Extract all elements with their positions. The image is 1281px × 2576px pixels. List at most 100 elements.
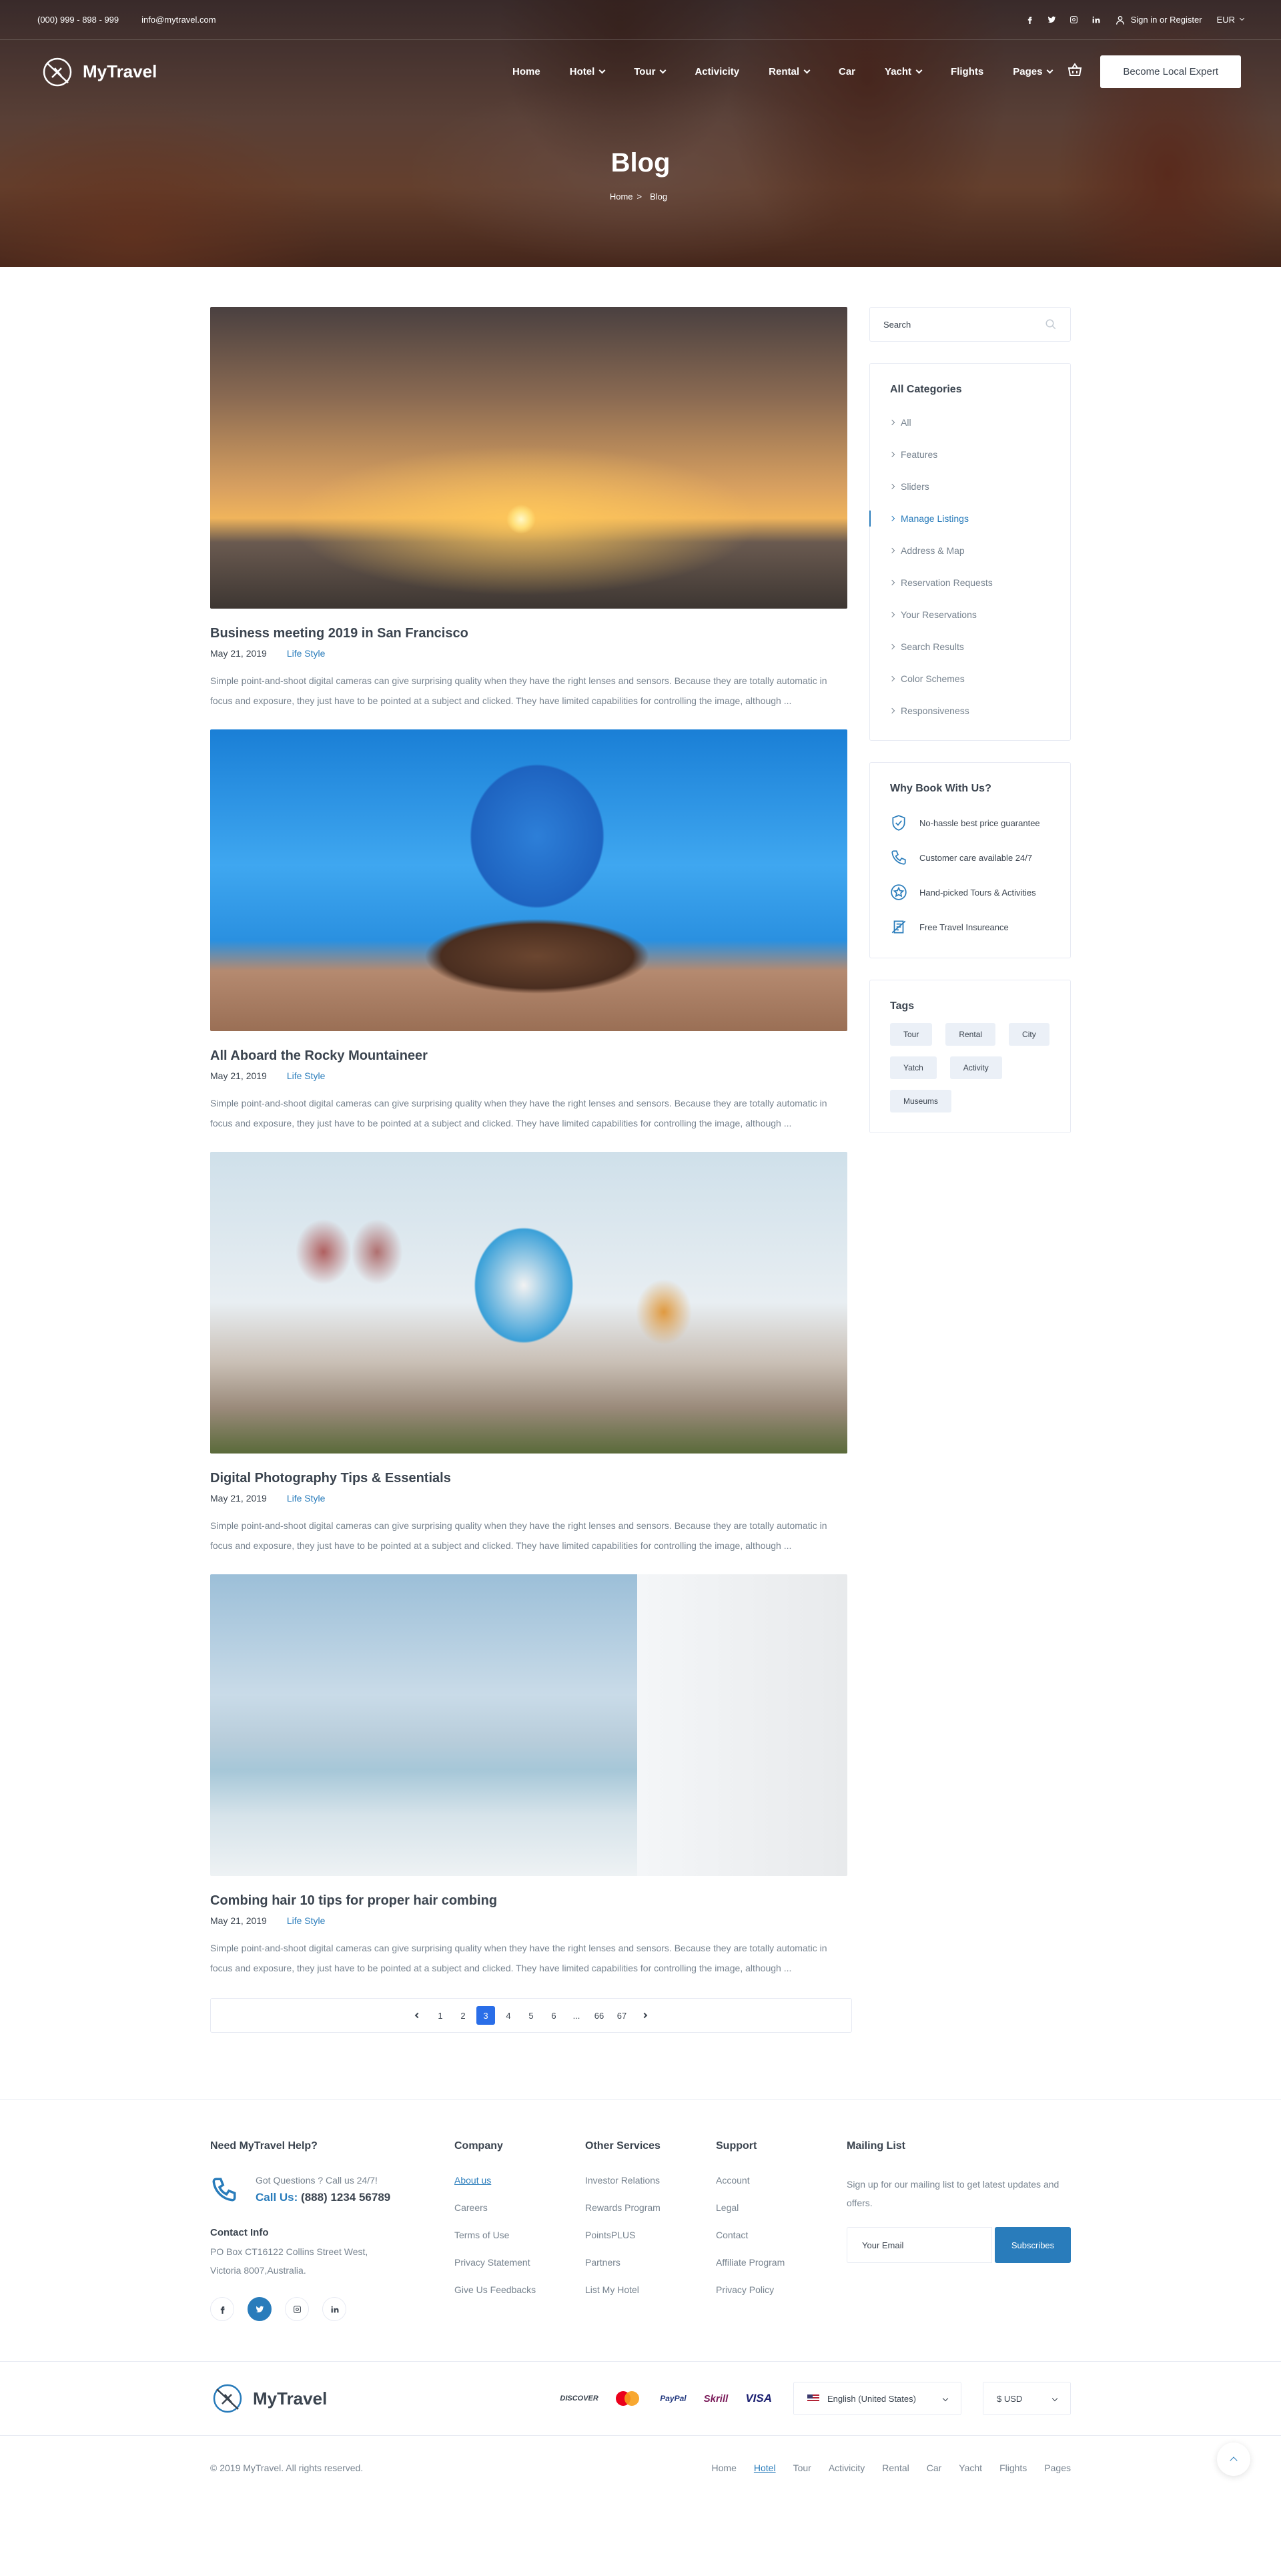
footer-bottom-link[interactable]: Hotel xyxy=(754,2463,776,2473)
category-item[interactable]: Your Reservations xyxy=(889,599,1050,631)
category-item[interactable]: Sliders xyxy=(889,470,1050,503)
footer-link[interactable]: Give Us Feedbacks xyxy=(454,2284,585,2295)
tag-chip[interactable]: Yatch xyxy=(890,1056,937,1079)
breadcrumb-home[interactable]: Home xyxy=(610,192,633,202)
footer-bottom-link[interactable]: Car xyxy=(927,2463,942,2473)
linkedin-icon[interactable] xyxy=(1092,15,1100,24)
page-number[interactable]: 5 xyxy=(522,2006,540,2025)
footer-link[interactable]: Contact xyxy=(716,2230,847,2240)
footer-bottom-link[interactable]: Activicity xyxy=(829,2463,865,2473)
footer-link[interactable]: Careers xyxy=(454,2202,585,2213)
page-number[interactable]: 67 xyxy=(612,2006,631,2025)
footer-bottom-link[interactable]: Pages xyxy=(1044,2463,1071,2473)
footer-link[interactable]: Privacy Statement xyxy=(454,2257,585,2268)
footer-link[interactable]: Investor Relations xyxy=(585,2175,716,2186)
signin-link[interactable]: Sign in or Register xyxy=(1115,15,1202,25)
visa-logo: VISA xyxy=(745,2392,772,2404)
page-number[interactable]: 6 xyxy=(544,2006,563,2025)
category-item[interactable]: Reservation Requests xyxy=(889,567,1050,599)
footer-link[interactable]: Terms of Use xyxy=(454,2230,585,2240)
footer-link[interactable]: Legal xyxy=(716,2202,847,2213)
footer-bottom-link[interactable]: Flights xyxy=(999,2463,1027,2473)
page-number[interactable]: 2 xyxy=(454,2006,472,2025)
footer-link[interactable]: List My Hotel xyxy=(585,2284,716,2295)
footer-bottom-link[interactable]: Yacht xyxy=(959,2463,982,2473)
tag-chip[interactable]: Museums xyxy=(890,1090,952,1112)
nav-item-car[interactable]: Car xyxy=(824,66,870,77)
page-number[interactable]: 66 xyxy=(590,2006,608,2025)
category-item[interactable]: Features xyxy=(889,438,1050,470)
tag-chip[interactable]: City xyxy=(1009,1023,1049,1046)
email-field[interactable]: Your Email xyxy=(847,2227,992,2263)
brand-logo[interactable]: MyTravel xyxy=(40,55,157,89)
footer-link[interactable]: Rewards Program xyxy=(585,2202,716,2213)
post-title[interactable]: Business meeting 2019 in San Francisco xyxy=(210,626,847,641)
twitter-icon[interactable] xyxy=(1047,15,1056,24)
nav-item-activicity[interactable]: Activicity xyxy=(680,66,754,77)
nav-item-rental[interactable]: Rental xyxy=(754,66,824,77)
category-item[interactable]: All xyxy=(889,406,1050,438)
post-category[interactable]: Life Style xyxy=(287,648,326,659)
twitter-button[interactable] xyxy=(248,2297,272,2321)
become-local-expert-button[interactable]: Become Local Expert xyxy=(1100,55,1241,88)
category-item[interactable]: Responsiveness xyxy=(889,695,1050,727)
post-title[interactable]: Combing hair 10 tips for proper hair com… xyxy=(210,1893,847,1909)
category-item[interactable]: Manage Listings xyxy=(869,503,1050,535)
tag-chip[interactable]: Activity xyxy=(949,1056,1002,1079)
phone-number[interactable]: (000) 999 - 898 - 999 xyxy=(37,15,119,25)
post-category[interactable]: Life Style xyxy=(287,1915,326,1926)
footer-logo[interactable]: MyTravel xyxy=(210,2381,327,2416)
category-item[interactable]: Search Results xyxy=(889,631,1050,663)
prev-page-button[interactable] xyxy=(408,2006,427,2025)
post-category[interactable]: Life Style xyxy=(287,1493,326,1504)
post-title[interactable]: Digital Photography Tips & Essentials xyxy=(210,1471,847,1486)
subscribe-button[interactable]: Subscribes xyxy=(995,2227,1071,2263)
tag-chip[interactable]: Tour xyxy=(890,1023,933,1046)
facebook-icon[interactable] xyxy=(1025,15,1034,24)
cart-button[interactable] xyxy=(1067,62,1083,81)
footer-link[interactable]: Account xyxy=(716,2175,847,2186)
currency-select[interactable]: $ USD xyxy=(983,2382,1071,2415)
post-image[interactable] xyxy=(210,729,847,1031)
footer-bottom-link[interactable]: Rental xyxy=(882,2463,909,2473)
nav-item-yacht[interactable]: Yacht xyxy=(870,66,936,77)
nav-item-hotel[interactable]: Hotel xyxy=(555,66,620,77)
footer-link[interactable]: Privacy Policy xyxy=(716,2284,847,2295)
language-select[interactable]: English (United States) xyxy=(793,2382,961,2415)
footer-bottom-link[interactable]: Tour xyxy=(793,2463,811,2473)
instagram-icon[interactable] xyxy=(1070,15,1078,24)
category-label: Reservation Requests xyxy=(901,577,993,588)
page-number[interactable]: 3 xyxy=(476,2006,495,2025)
footer-link[interactable]: Partners xyxy=(585,2257,716,2268)
post-image[interactable] xyxy=(210,1574,847,1876)
tag-chip[interactable]: Rental xyxy=(945,1023,996,1046)
category-item[interactable]: Address & Map xyxy=(889,535,1050,567)
post-category[interactable]: Life Style xyxy=(287,1070,326,1081)
linkedin-button[interactable] xyxy=(322,2297,346,2321)
post-image[interactable] xyxy=(210,307,847,609)
footer-bottom-link[interactable]: Home xyxy=(712,2463,737,2473)
category-item[interactable]: Color Schemes xyxy=(889,663,1050,695)
nav-item-tour[interactable]: Tour xyxy=(619,66,680,77)
back-to-top-button[interactable] xyxy=(1217,2443,1250,2476)
post-image[interactable] xyxy=(210,1152,847,1454)
chevron-down-icon xyxy=(1046,67,1053,74)
call-us[interactable]: Call Us: (888) 1234 56789 xyxy=(256,2191,390,2204)
nav-item-flights[interactable]: Flights xyxy=(936,66,998,77)
page-number[interactable]: 1 xyxy=(431,2006,450,2025)
nav-item-home[interactable]: Home xyxy=(498,66,555,77)
page-number[interactable]: 4 xyxy=(499,2006,518,2025)
facebook-button[interactable] xyxy=(210,2297,234,2321)
next-page-button[interactable] xyxy=(635,2006,654,2025)
footer-link[interactable]: Affiliate Program xyxy=(716,2257,847,2268)
currency-dropdown[interactable]: EUR xyxy=(1217,15,1245,25)
search-input[interactable]: Search xyxy=(869,307,1071,342)
post-title[interactable]: All Aboard the Rocky Mountaineer xyxy=(210,1048,847,1064)
search-icon[interactable] xyxy=(1045,318,1057,330)
nav-item-pages[interactable]: Pages xyxy=(998,66,1067,77)
instagram-button[interactable] xyxy=(285,2297,309,2321)
footer-link[interactable]: PointsPLUS xyxy=(585,2230,716,2240)
email-link[interactable]: info@mytravel.com xyxy=(141,15,216,25)
footer-link[interactable]: About us xyxy=(454,2175,585,2186)
post-date: May 21, 2019 xyxy=(210,1915,267,1926)
